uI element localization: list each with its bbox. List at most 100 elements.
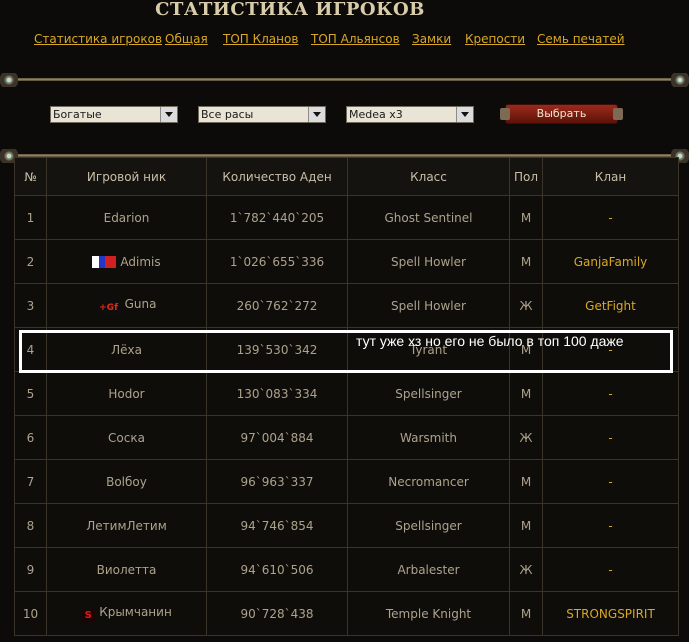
row-sex: М: [509, 371, 543, 416]
nav-link-player-stats[interactable]: Статистика игроков: [34, 32, 162, 46]
table-row: 8 ЛетимЛетим 94`746`854 Spellsinger М -: [14, 503, 679, 548]
row-sex: М: [509, 195, 543, 240]
row-sex: М: [509, 239, 543, 284]
row-class: Temple Knight: [347, 591, 510, 636]
row-class: Necromancer: [347, 459, 510, 504]
row-adena: 1`026`655`336: [206, 239, 348, 284]
row-sex: М: [509, 503, 543, 548]
row-number: 2: [14, 239, 47, 284]
players-table: № Игровой ник Количество Аден Класс Пол …: [14, 157, 679, 636]
row-clan: GetFight: [542, 283, 679, 328]
row-clan: -: [542, 503, 679, 548]
nav-link-fortresses[interactable]: Крепости: [465, 32, 525, 46]
nick-text: Edarion: [103, 210, 150, 225]
row-number: 8: [14, 503, 47, 548]
table-row: 3 +Gf Guna 260`762`272 Spell Howler Ж Get…: [14, 283, 679, 328]
row-clan: STRONGSPIRIT: [542, 591, 679, 636]
row-class: Arbalester: [347, 547, 510, 592]
header-class: Класс: [347, 157, 510, 196]
nav-link-general[interactable]: Общая: [165, 32, 208, 46]
row-clan: -: [542, 459, 679, 504]
row-number: 3: [14, 283, 47, 328]
row-nick: Лёха: [46, 327, 207, 372]
row-adena: 139`530`342: [206, 327, 348, 372]
server-select-value: Medea x3: [349, 108, 403, 121]
table-row: 7 Bolбoy 96`963`337 Necromancer М -: [14, 459, 679, 504]
row-number: 1: [14, 195, 47, 240]
row-number: 5: [14, 371, 47, 416]
row-sex: Ж: [509, 547, 543, 592]
row-clan: -: [542, 195, 679, 240]
row-class: Ghost Sentinel: [347, 195, 510, 240]
row-adena: 94`610`506: [206, 547, 348, 592]
row-number: 6: [14, 415, 47, 460]
submit-button[interactable]: Выбрать: [500, 104, 623, 124]
ornament-divider-top: [0, 73, 689, 87]
header-number: №: [14, 157, 47, 196]
clan-emblem-icon: [92, 255, 117, 268]
clan-emblem-icon: S: [81, 610, 96, 622]
nick-text: Bolбoy: [106, 474, 147, 489]
row-class: Spellsinger: [347, 503, 510, 548]
row-clan: -: [542, 371, 679, 416]
table-header-row: № Игровой ник Количество Аден Класс Пол …: [14, 157, 679, 196]
row-clan: GanjaFamily: [542, 239, 679, 284]
table-row: 5 Hodor 130`083`334 Spellsinger М -: [14, 371, 679, 416]
table-row: 6 Соска 97`004`884 Warsmith Ж -: [14, 415, 679, 460]
row-nick: ЛетимЛетим: [46, 503, 207, 548]
nick-text: Крымчанин: [99, 605, 172, 619]
row-clan: -: [542, 547, 679, 592]
header-sex: Пол: [509, 157, 543, 196]
row-adena: 96`963`337: [206, 459, 348, 504]
row-class: Spellsinger: [347, 371, 510, 416]
row-sex: М: [509, 459, 543, 504]
row-adena: 130`083`334: [206, 371, 348, 416]
row-adena: 90`728`438: [206, 591, 348, 636]
row-class: Spell Howler: [347, 239, 510, 284]
row-nick: Edarion: [46, 195, 207, 240]
category-select-value: Богатые: [53, 108, 102, 121]
nav-link-top-alliances[interactable]: ТОП Альянсов: [311, 32, 400, 46]
row-class: Spell Howler: [347, 283, 510, 328]
table-row: 2 Adimis 1`026`655`336 Spell Howler М Ga…: [14, 239, 679, 284]
row-class: Warsmith: [347, 415, 510, 460]
nav-link-top-clans[interactable]: ТОП Кланов: [223, 32, 298, 46]
header-adena: Количество Аден: [206, 157, 348, 196]
row-nick: S Крымчанин: [46, 591, 207, 636]
nav-link-seven-signs[interactable]: Семь печатей: [537, 32, 625, 46]
nick-text: Виолетта: [96, 562, 157, 577]
row-adena: 1`782`440`205: [206, 195, 348, 240]
nav-link-castles[interactable]: Замки: [412, 32, 451, 46]
nick-text: Adimis: [120, 254, 161, 269]
row-number: 7: [14, 459, 47, 504]
row-number: 9: [14, 547, 47, 592]
row-sex: Ж: [509, 415, 543, 460]
nav-bar: Статистика игроков Общая ТОП Кланов ТОП …: [0, 32, 689, 50]
row-sex: М: [509, 591, 543, 636]
page-title: СТАТИСТИКА ИГРОКОВ: [155, 0, 425, 20]
clan-emblem-icon: +Gf: [96, 302, 121, 314]
chevron-down-icon: [160, 107, 177, 122]
header-clan: Клан: [542, 157, 679, 196]
race-select[interactable]: Все расы: [198, 106, 326, 123]
nick-text: Hodor: [108, 386, 145, 401]
annotation-text: тут уже хз но его не было в топ 100 даже: [356, 333, 624, 349]
row-number: 10: [14, 591, 47, 636]
row-adena: 97`004`884: [206, 415, 348, 460]
row-nick: Hodor: [46, 371, 207, 416]
nick-text: Лёха: [111, 342, 142, 357]
table-row: 1 Edarion 1`782`440`205 Ghost Sentinel М…: [14, 195, 679, 240]
category-select[interactable]: Богатые: [50, 106, 178, 123]
table-row: 9 Виолетта 94`610`506 Arbalester Ж -: [14, 547, 679, 592]
row-adena: 94`746`854: [206, 503, 348, 548]
header-nick: Игровой ник: [46, 157, 207, 196]
row-number: 4: [14, 327, 47, 372]
row-nick: Соска: [46, 415, 207, 460]
nick-text: Соска: [108, 430, 145, 445]
row-adena: 260`762`272: [206, 283, 348, 328]
row-clan: -: [542, 415, 679, 460]
nick-text: ЛетимЛетим: [86, 518, 167, 533]
chevron-down-icon: [456, 107, 473, 122]
server-select[interactable]: Medea x3: [346, 106, 474, 123]
race-select-value: Все расы: [201, 108, 254, 121]
